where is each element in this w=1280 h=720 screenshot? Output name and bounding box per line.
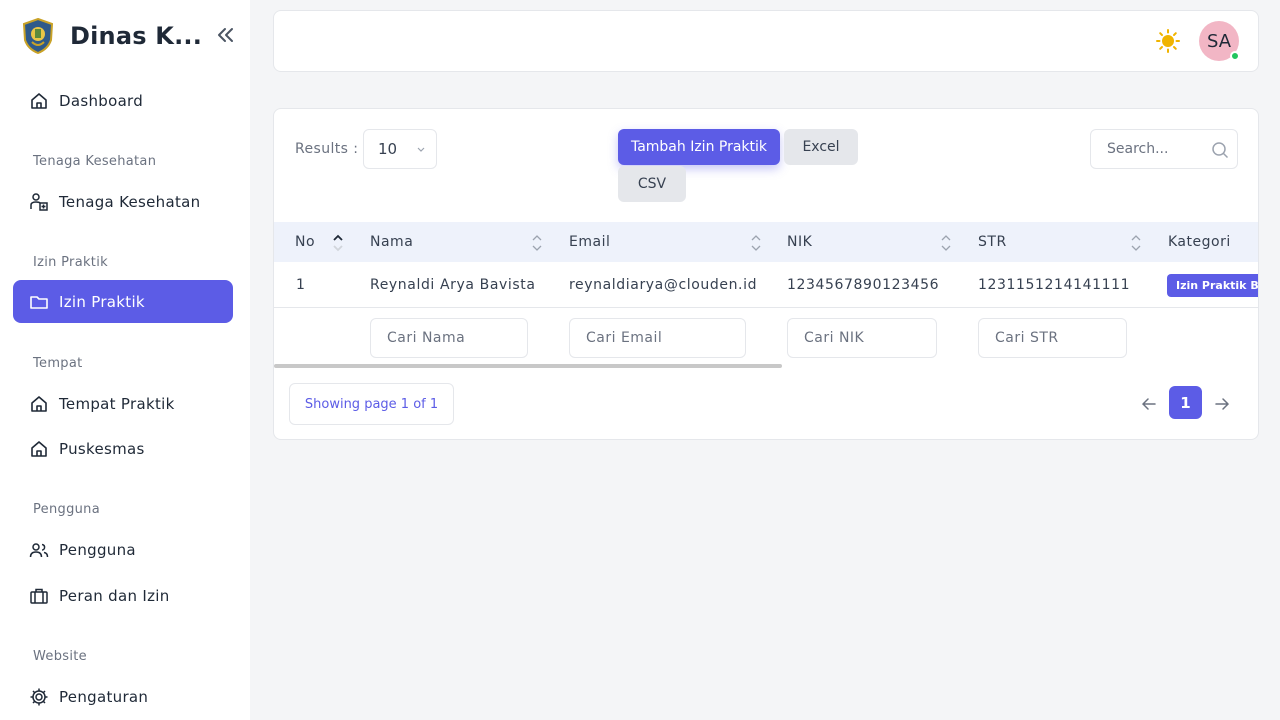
- sidebar-item-tenaga-kesehatan[interactable]: Tenaga Kesehatan: [13, 180, 233, 223]
- column-header-str[interactable]: STR: [978, 222, 1007, 262]
- chevron-down-icon: [417, 147, 425, 152]
- sort-asc-icon[interactable]: [332, 234, 344, 252]
- online-status-dot: [1230, 51, 1240, 61]
- filter-nama-input[interactable]: [370, 318, 528, 358]
- government-emblem-logo: [22, 18, 54, 54]
- search-input[interactable]: [1107, 130, 1217, 168]
- sidebar-item-label: Peran dan Izin: [59, 586, 170, 605]
- sidebar: Dinas K... Dashboard Tenaga Kesehatan Te…: [0, 0, 250, 720]
- filter-nik-input[interactable]: [787, 318, 937, 358]
- export-csv-button[interactable]: CSV: [618, 166, 686, 202]
- page-size-select[interactable]: 10: [363, 129, 437, 169]
- home-icon: [29, 394, 49, 414]
- home-icon: [29, 91, 49, 111]
- top-bar: SA: [273, 10, 1259, 72]
- brand: Dinas K...: [22, 16, 237, 56]
- sidebar-item-dashboard[interactable]: Dashboard: [13, 79, 233, 122]
- cell-str: 1231151214141111: [978, 277, 1131, 293]
- cell-no: 1: [296, 277, 306, 293]
- sun-icon[interactable]: [1155, 28, 1181, 54]
- column-header-no[interactable]: No: [295, 222, 315, 262]
- tambah-izin-praktik-button[interactable]: Tambah Izin Praktik: [618, 129, 780, 165]
- home-icon: [29, 439, 49, 459]
- horizontal-scrollbar[interactable]: [274, 364, 782, 368]
- section-tenaga-kesehatan: Tenaga Kesehatan: [33, 154, 157, 169]
- column-header-nama[interactable]: Nama: [370, 222, 413, 262]
- page-size-value: 10: [378, 140, 398, 158]
- sidebar-item-label: Pengaturan: [59, 687, 149, 706]
- arrow-left-icon[interactable]: [1140, 395, 1158, 413]
- briefcase-icon: [29, 586, 49, 606]
- filter-str-input[interactable]: [978, 318, 1127, 358]
- section-tempat: Tempat: [33, 356, 83, 371]
- izin-praktik-table-card: Results : 10 Tambah Izin Praktik Excel C…: [273, 108, 1259, 440]
- section-izin-praktik: Izin Praktik: [33, 255, 108, 270]
- kategori-badge: Izin Praktik B: [1167, 274, 1258, 297]
- collapse-sidebar-icon[interactable]: [214, 24, 236, 46]
- search-icon: [1212, 142, 1229, 159]
- table-row[interactable]: 1 Reynaldi Arya Bavista reynaldiarya@clo…: [274, 262, 1258, 308]
- sidebar-item-puskesmas[interactable]: Puskesmas: [13, 427, 233, 470]
- page-info: Showing page 1 of 1: [289, 383, 454, 425]
- page-number-button[interactable]: 1: [1169, 386, 1202, 419]
- sort-icon[interactable]: [750, 234, 762, 252]
- column-header-nik[interactable]: NIK: [787, 222, 812, 262]
- export-excel-button[interactable]: Excel: [784, 129, 858, 165]
- sidebar-item-label: Pengguna: [59, 540, 136, 559]
- sidebar-item-label: Puskesmas: [59, 439, 145, 458]
- column-header-kategori[interactable]: Kategori: [1168, 222, 1231, 262]
- results-label: Results :: [295, 141, 359, 157]
- section-website: Website: [33, 649, 87, 664]
- users-icon: [29, 540, 49, 560]
- avatar-initials: SA: [1206, 30, 1232, 52]
- sidebar-item-peran-dan-izin[interactable]: Peran dan Izin: [13, 574, 233, 617]
- sort-icon[interactable]: [531, 234, 543, 252]
- sort-icon[interactable]: [1130, 234, 1142, 252]
- cell-nama: Reynaldi Arya Bavista: [370, 277, 536, 293]
- table-header: No Nama Email NIK STR Kategori: [274, 222, 1258, 262]
- sidebar-item-pengguna[interactable]: Pengguna: [13, 528, 233, 571]
- sidebar-item-tempat-praktik[interactable]: Tempat Praktik: [13, 382, 233, 425]
- sidebar-item-pengaturan[interactable]: Pengaturan: [13, 675, 233, 718]
- column-header-email[interactable]: Email: [569, 222, 610, 262]
- sidebar-item-label: Izin Praktik: [59, 292, 145, 311]
- filter-email-input[interactable]: [569, 318, 746, 358]
- cell-email: reynaldiarya@clouden.id: [569, 277, 758, 293]
- sidebar-item-label: Dashboard: [59, 91, 144, 110]
- search-box: [1090, 129, 1238, 169]
- medical-staff-icon: [29, 192, 49, 212]
- sidebar-item-izin-praktik[interactable]: Izin Praktik: [13, 280, 233, 323]
- app-title: Dinas K...: [70, 22, 203, 50]
- gear-icon: [29, 687, 49, 707]
- sidebar-item-label: Tempat Praktik: [59, 394, 175, 413]
- sort-icon[interactable]: [940, 234, 952, 252]
- cell-nik: 1234567890123456: [787, 277, 940, 293]
- arrow-right-icon[interactable]: [1213, 395, 1231, 413]
- avatar[interactable]: SA: [1199, 21, 1240, 61]
- sidebar-item-label: Tenaga Kesehatan: [59, 192, 201, 211]
- section-pengguna: Pengguna: [33, 502, 100, 517]
- folder-icon: [29, 292, 49, 312]
